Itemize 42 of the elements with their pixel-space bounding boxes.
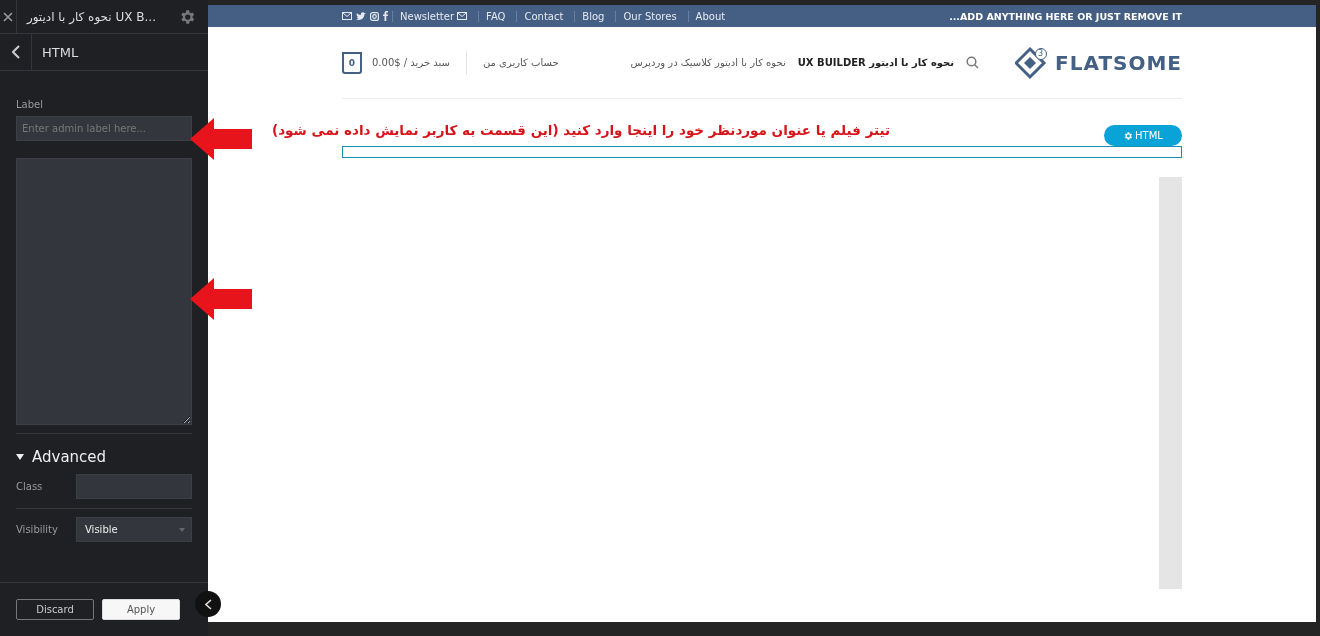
discard-button[interactable]: Discard	[16, 599, 94, 620]
nav-link[interactable]: نحوه کار با ادیتور UX BUILDER	[797, 57, 955, 68]
cart-icon[interactable]: 0	[342, 51, 362, 74]
logo-number: 3	[1038, 49, 1044, 58]
html-element-outline[interactable]	[342, 146, 1182, 158]
arrow-icon	[190, 278, 252, 320]
visibility-select[interactable]: Visible	[76, 517, 192, 542]
logo-icon	[1015, 45, 1050, 80]
top-bar-link[interactable]: About	[687, 10, 733, 22]
annotation-text: تیتر فیلم یا عنوان موردنظر خود را اینجا وارد کنید (این قسمت به کاربر نمایش داده نمی شود)	[272, 123, 891, 138]
logo-text: FLATSOME	[1055, 50, 1182, 75]
field-label: Label	[16, 99, 44, 110]
top-bar-link[interactable]: FAQ	[478, 10, 513, 22]
chevron-icon	[204, 598, 212, 610]
letter-f-icon[interactable]	[383, 11, 388, 21]
envelope-icon	[342, 12, 352, 20]
page-title: نحوه کار با ادیتور UX B...	[25, 8, 157, 27]
top-bar-link[interactable]: Contact	[516, 10, 571, 22]
field-label: Visibility	[16, 524, 58, 535]
apply-button[interactable]: Apply	[102, 599, 180, 620]
camera-icon[interactable]	[370, 11, 379, 21]
account-link[interactable]: حساب کاربری من	[482, 57, 559, 68]
label-input[interactable]: Enter admin label here...	[16, 116, 192, 141]
class-input[interactable]	[76, 474, 192, 499]
caret-icon[interactable]	[16, 454, 24, 460]
gear-icon[interactable]	[1123, 130, 1134, 141]
arrow-icon	[190, 118, 252, 160]
field-label: Class	[16, 481, 43, 492]
top-bar-link[interactable]: Blog	[574, 10, 612, 22]
cart-link[interactable]: سبد خرید / $0.00	[372, 57, 450, 68]
search-icon[interactable]	[966, 56, 980, 69]
envelope-icon	[457, 12, 468, 20]
promo-text: ...ADD ANYTHING HERE OR JUST REMOVE IT	[949, 10, 1182, 22]
close-icon[interactable]	[2, 11, 13, 22]
top-bar-link[interactable]: Our Stores	[615, 10, 684, 22]
panel-title: HTML	[41, 43, 80, 62]
section-heading[interactable]: Advanced	[32, 448, 107, 466]
caret-icon	[179, 527, 185, 532]
top-bar-link[interactable]: Newsletter	[392, 10, 475, 22]
back-icon[interactable]	[11, 45, 20, 59]
nav-link[interactable]: نحوه کار با ادیتور کلاسیک در وردپرس	[630, 57, 786, 68]
bird-icon[interactable]	[356, 11, 366, 21]
